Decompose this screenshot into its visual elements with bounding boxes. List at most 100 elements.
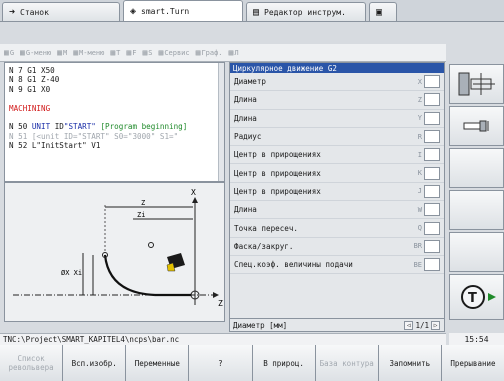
grid-icon: ▦ — [57, 48, 62, 57]
page-prev-button[interactable]: ◁ — [404, 320, 414, 330]
grid-icon: ▦ — [142, 48, 148, 57]
grid-icon: ▦ — [20, 48, 25, 57]
tool-t-icon: T — [460, 285, 496, 309]
arc-contour — [103, 254, 156, 297]
tab-tool-editor[interactable]: ▤ Редактор инструм. — [246, 2, 366, 21]
listing-line: N 52 L"InitStart" V1 — [9, 141, 101, 151]
dim-x-label: ØX Xi — [61, 269, 82, 277]
grid-icon: ▦ — [158, 48, 164, 57]
softkey-variables[interactable]: Переменные — [126, 345, 189, 381]
softkey-incremental[interactable]: В прироц. — [252, 345, 315, 381]
axis-z-label: Z — [218, 299, 223, 308]
input-z[interactable] — [424, 93, 440, 107]
listing-section-heading: MACHINING — [9, 103, 51, 113]
input-j[interactable] — [424, 184, 440, 198]
listing-line: N 9 G1 X0 — [9, 84, 51, 94]
program-listing[interactable]: N 7 G1 X50 N 8 G1 Z-40 N 9 G1 X0 MACHINI… — [4, 62, 225, 182]
input-k[interactable] — [424, 166, 440, 180]
header-strip — [0, 22, 446, 44]
menu-t[interactable]: ▦ T — [110, 48, 120, 57]
file-path-bar: TNC:\Project\SMART_KAPITEL4\ncps\bar.nc — [0, 333, 446, 345]
side-softkey-tool[interactable]: T — [449, 274, 504, 320]
grid-icon: ▦ — [73, 48, 79, 57]
grid-icon: ▦ — [4, 48, 9, 57]
side-softkey-1[interactable] — [449, 64, 504, 104]
clock: 15:54 — [449, 333, 504, 345]
page-next-button[interactable]: ▷ — [431, 320, 440, 330]
softkey-cancel[interactable]: Прерывание — [441, 345, 504, 381]
form-title: Циркулярное движение G2 — [230, 63, 444, 73]
tab-bar: ➜ Станок ◈ smart.Turn ▤ Редактор инструм… — [0, 0, 504, 22]
form-row-z: Длина Z — [230, 91, 444, 110]
softkey-help-graphic[interactable]: Всп.изобр. — [63, 345, 126, 381]
listing-line — [9, 113, 220, 122]
svg-text:T: T — [468, 291, 477, 306]
menu-m[interactable]: ▦ M — [57, 48, 67, 57]
menu-bar: ▦ G ▦ G-меню ▦ M ▦ M-меню ▦ T ▦ F ▦ S ▦ Сервис ▦… — [0, 44, 446, 62]
form-footer: Диаметр [мм] ◁ 1/1 ▷ — [229, 318, 445, 332]
form-row-br: Фаска/закруг. BR — [230, 238, 444, 256]
input-w[interactable] — [424, 203, 440, 217]
input-be[interactable] — [424, 258, 440, 272]
dim-zi-label: Zi — [137, 211, 145, 219]
side-softkey-2[interactable] — [449, 106, 504, 146]
form-row-q: Точка пересеч. Q — [230, 219, 444, 238]
softkey-turret-list[interactable]: Список револьвера — [0, 345, 63, 381]
input-x[interactable] — [424, 75, 440, 89]
tab-machine[interactable]: ➜ Станок — [2, 2, 120, 21]
tool-holder-icon — [463, 120, 488, 132]
softkey-save[interactable]: Запомнить — [378, 345, 441, 381]
input-br[interactable] — [424, 239, 440, 253]
side-softkey-4[interactable] — [449, 190, 504, 230]
menu-graphics[interactable]: ▦ Граф. — [196, 48, 223, 57]
diamond-arrows-icon: ◈ — [130, 5, 137, 17]
machine-view-icon — [458, 72, 495, 96]
field-hint: Диаметр [мм] — [233, 320, 288, 330]
axis-x-label: X — [191, 188, 196, 197]
input-q[interactable] — [424, 221, 440, 235]
x-axis-arrow — [192, 197, 198, 203]
help-graphic: X Z Z Zi ØX Xi — [4, 182, 225, 322]
menu-m-menu[interactable]: ▦ M-меню — [73, 48, 104, 57]
menu-s[interactable]: ▦ S — [142, 48, 152, 57]
arc-center-point — [148, 242, 154, 248]
side-softkey-5[interactable] — [449, 232, 504, 272]
listing-line: N 8 G1 Z-40 — [9, 75, 60, 85]
menu-l[interactable]: ▦ Л — [229, 48, 239, 57]
softkey-help[interactable]: ? — [189, 345, 252, 381]
input-r[interactable] — [424, 130, 440, 144]
grid-icon: ▦ — [126, 48, 132, 57]
input-i[interactable] — [424, 148, 440, 162]
form-row-r: Радиус R — [230, 128, 444, 147]
floppy-icon: ▣ — [376, 6, 383, 18]
form-row-j: Центр в прирощениях J — [230, 183, 444, 202]
form-row-w: Длина W — [230, 201, 444, 220]
form-row-x: Диаметр X — [230, 73, 444, 92]
tab-save[interactable]: ▣ — [369, 2, 397, 21]
grid-icon: ▦ — [228, 48, 234, 57]
listing-line — [9, 94, 220, 103]
z-axis-arrow — [213, 292, 219, 298]
page-indicator: ◁ 1/1 ▷ — [404, 320, 440, 330]
side-softkey-3[interactable] — [449, 148, 504, 188]
input-y[interactable] — [424, 111, 440, 125]
grid-icon: ▦ — [110, 48, 116, 57]
document-edit-icon: ▤ — [253, 6, 260, 18]
grid-icon: ▦ — [195, 48, 201, 57]
softkey-contour-base[interactable]: База контура — [315, 345, 378, 381]
arrow-right-icon: ➜ — [9, 6, 16, 18]
menu-service[interactable]: ▦ Сервис — [158, 48, 189, 57]
form-row-be: Спец.коэф. величины подачи BE — [230, 256, 444, 275]
menu-g[interactable]: ▦ G — [4, 48, 14, 57]
form-row-i: Центр в прирощениях I — [230, 146, 444, 165]
form-row-y: Длина Y — [230, 110, 444, 128]
listing-line: N 7 G1 X50 — [9, 66, 55, 75]
dim-z-label: Z — [141, 199, 145, 207]
menu-f[interactable]: ▦ F — [126, 48, 136, 57]
listing-line-unit: N 50 UNIT ID"START" [Program beginning] — [9, 122, 188, 132]
menu-g-menu[interactable]: ▦ G-меню — [20, 48, 51, 57]
tab-smart-turn[interactable]: ◈ smart.Turn — [123, 0, 243, 21]
listing-scrollbar[interactable] — [218, 63, 224, 181]
softkey-bar: Список револьвера Всп.изобр. Переменные … — [0, 345, 504, 381]
form-row-k: Центр в прирощениях K — [230, 164, 444, 183]
